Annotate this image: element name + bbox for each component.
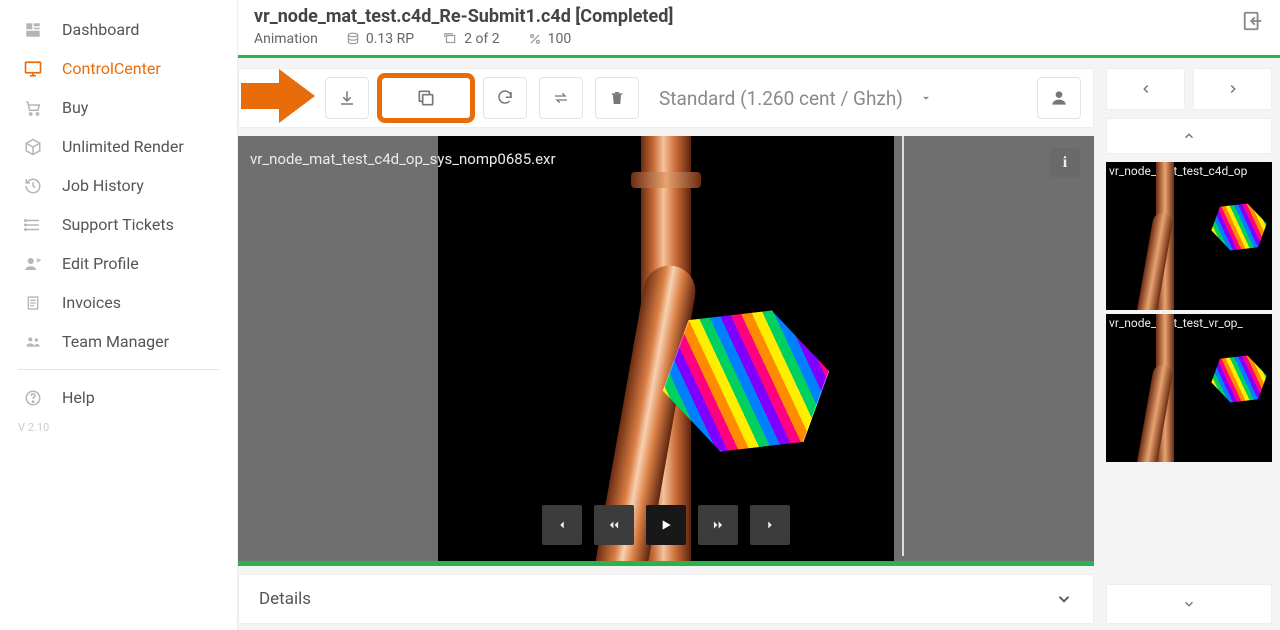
sidebar-item-buy[interactable]: Buy [0,88,237,127]
thumbnail-item[interactable]: vr_node_mat_test_c4d_op [1106,162,1272,310]
sidebar-item-profile[interactable]: Edit Profile [0,244,237,283]
swap-button[interactable] [539,77,583,119]
delete-button[interactable] [595,77,639,119]
collapse-up-button[interactable] [1106,118,1272,154]
sidebar-item-help[interactable]: Help [0,378,237,417]
sidebar-item-dashboard[interactable]: Dashboard [0,10,237,49]
dashboard-icon [22,21,44,39]
thumbnail-label: vr_node_mat_test_vr_op_ [1109,316,1272,330]
monitor-icon [22,60,44,78]
frame-filename: vr_node_mat_test_c4d_op_sys_nomp0685.exr [250,150,556,168]
chevron-down-icon [919,91,933,105]
help-icon [22,389,44,407]
sidebar-item-label: Dashboard [62,20,139,39]
thumbnail-label: vr_node_mat_test_c4d_op [1109,164,1272,178]
play-button[interactable] [646,505,686,545]
database-icon [346,32,360,46]
annotation-arrow [237,69,317,123]
sidebar-item-team[interactable]: Team Manager [0,322,237,361]
sidebar-item-controlcenter[interactable]: ControlCenter [0,49,237,88]
refresh-button[interactable] [483,77,527,119]
sidebar-item-label: Support Tickets [62,215,174,234]
percent-icon [528,32,542,46]
prev-page-button[interactable] [1106,68,1185,110]
sidebar-item-label: Job History [62,176,144,195]
sidebar-item-label: Buy [62,98,88,117]
sidebar-item-history[interactable]: Job History [0,166,237,205]
download-button[interactable] [325,77,369,119]
chevron-down-icon [1055,590,1073,608]
sidebar-item-label: Invoices [62,293,121,312]
invoice-icon [22,294,44,312]
cube-icon [22,138,44,156]
layers-icon [442,32,458,46]
sidebar-item-label: Edit Profile [62,254,139,273]
details-label: Details [259,589,311,609]
sidebar-item-label: Help [62,388,95,407]
thumbnail-item[interactable]: vr_node_mat_test_vr_op_ [1106,314,1272,462]
render-frame [438,136,894,561]
job-type: Animation [254,31,318,47]
next-frame-button[interactable] [750,505,790,545]
history-icon [22,177,44,195]
info-button[interactable]: i [1050,148,1080,178]
sidebar-item-label: Team Manager [62,332,169,351]
sidebar-item-tickets[interactable]: Support Tickets [0,205,237,244]
sidebar-separator [18,369,219,370]
job-frames: 2 of 2 [442,31,500,47]
collapse-down-button[interactable] [1106,584,1272,624]
forward-button[interactable] [698,505,738,545]
profile-icon [22,255,44,273]
details-panel-toggle[interactable]: Details [238,574,1094,624]
prev-frame-button[interactable] [542,505,582,545]
sidebar-item-invoices[interactable]: Invoices [0,283,237,322]
job-percent: 100 [528,31,572,47]
price-tier-dropdown[interactable]: Standard (1.260 cent / Ghzh) [651,87,941,110]
version-label: V 2.10 [0,417,237,438]
cart-icon [22,99,44,117]
rewind-button[interactable] [594,505,634,545]
tickets-icon [22,216,44,234]
thumbnail-panel: vr_node_mat_test_c4d_op vr_node_mat_test… [1106,68,1272,624]
viewer-toolbar: Standard (1.260 cent / Ghzh) [238,68,1094,128]
sidebar-item-unlimited[interactable]: Unlimited Render [0,127,237,166]
header-bar: vr_node_mat_test.c4d_Re-Submit1.c4d [Com… [238,0,1280,58]
render-viewer: vr_node_mat_test_c4d_op_sys_nomp0685.exr… [238,136,1094,566]
job-title: vr_node_mat_test.c4d_Re-Submit1.c4d [Com… [254,6,673,27]
sidebar-item-label: Unlimited Render [62,137,184,156]
team-icon [22,334,44,350]
playback-controls [542,505,790,545]
logout-button[interactable] [1238,8,1268,34]
next-page-button[interactable] [1193,68,1272,110]
job-rp: 0.13 RP [346,31,414,47]
user-button[interactable] [1037,77,1081,119]
copy-button[interactable] [381,77,471,119]
sidebar: Dashboard ControlCenter Buy Unlimited Re… [0,0,238,630]
sidebar-item-label: ControlCenter [62,59,161,78]
